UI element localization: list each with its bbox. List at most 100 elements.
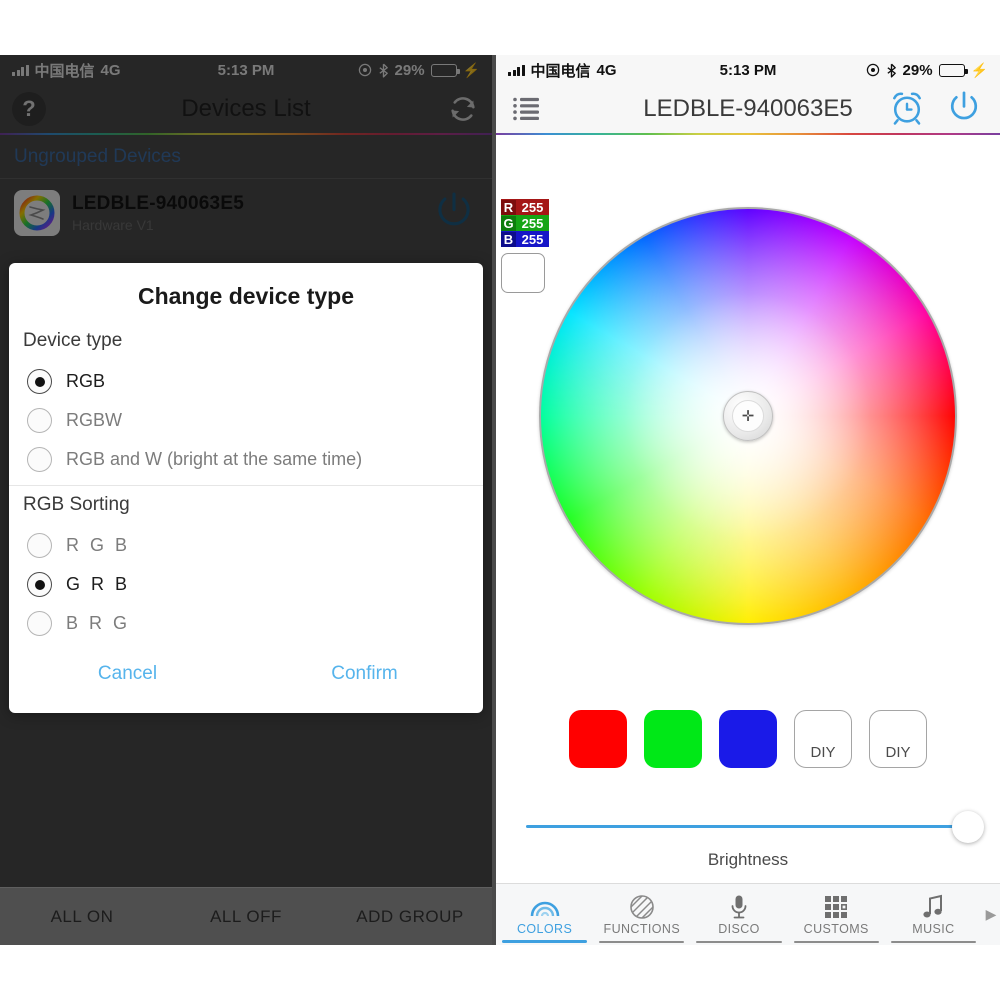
confirm-button[interactable]: Confirm [246,663,483,685]
tab-label: CUSTOMS [803,922,869,936]
radio-label: B R G [66,613,131,633]
nav-actions [888,87,984,132]
status-right-group: 29% ⚡ [358,62,480,79]
all-on-button[interactable]: ALL ON [0,907,164,927]
rgb-sorting-section-label: RGB Sorting [23,494,130,515]
radio-label: RGB [66,371,106,391]
radio-option-sort-brg[interactable]: B R G [9,604,483,643]
battery-icon [430,63,460,77]
radio-indicator [27,369,52,394]
dialog-divider [9,485,483,486]
bottom-tab-bar: COLORS FUNCTIONS DISCO CUSTOMS MUSIC ▶ [496,883,1000,945]
status-right-group: 29% ⚡ [866,62,988,79]
tab-customs[interactable]: CUSTOMS [788,884,885,945]
radio-indicator [27,611,52,636]
charging-bolt-icon: ⚡ [462,61,480,78]
all-off-button[interactable]: ALL OFF [164,907,328,927]
brightness-slider[interactable] [526,810,984,843]
microphone-icon [729,895,749,919]
radio-indicator [27,447,52,472]
device-thumbnail [14,190,60,236]
radio-option-rgb[interactable]: RGB [9,362,483,401]
page-title: Devices List [181,95,311,122]
diy-swatch-1[interactable]: DIY [794,710,852,768]
cancel-button[interactable]: Cancel [9,663,246,685]
green-swatch[interactable] [644,710,702,768]
bluetooth-icon [886,63,896,78]
left-phone-screen: 中国电信 4G 5:13 PM 29% ⚡ ? Devices List Ung… [0,55,492,945]
add-group-button[interactable]: ADD GROUP [328,907,492,927]
group-header[interactable]: Ungrouped Devices [0,135,492,179]
led-strip-ring-icon [19,195,55,231]
alarm-clock-icon [893,91,921,125]
tab-disco[interactable]: DISCO [690,884,787,945]
tab-music[interactable]: MUSIC [885,884,982,945]
group-header-label: Ungrouped Devices [14,145,181,167]
power-icon [438,192,470,225]
battery-percent-label: 29% [902,61,933,79]
color-wheel-container: ✛ [496,207,1000,625]
tab-label: MUSIC [912,922,955,936]
brightness-label: Brightness [707,850,789,869]
preset-swatch-row: DIY DIY [496,710,1000,768]
bluetooth-icon [378,63,388,78]
diy-label: DIY [885,744,911,761]
battery-icon [938,63,968,77]
tab-colors[interactable]: COLORS [496,884,593,945]
tab-functions[interactable]: FUNCTIONS [593,884,690,945]
tab-label: COLORS [517,922,573,936]
device-name: LEDBLE-940063E5 [72,193,244,214]
brightness-slider-knob[interactable] [952,810,984,843]
charging-bolt-icon: ⚡ [970,61,988,78]
music-note-icon [921,894,945,919]
left-status-bar: 中国电信 4G 5:13 PM 29% ⚡ [0,55,492,85]
cursor-crosshair-icon: ✛ [741,407,755,425]
menu-button[interactable] [512,96,542,122]
battery-percent-label: 29% [394,61,425,79]
help-label: ? [22,96,36,121]
power-button[interactable] [944,87,984,132]
change-device-type-dialog: Change device type Device type RGB RGBW … [9,263,483,713]
device-meta: LEDBLE-940063E5 Hardware V1 [72,193,244,233]
location-icon [866,63,879,77]
diy-label: DIY [810,744,836,761]
radio-option-sort-rgb[interactable]: R G B [9,526,483,565]
chevron-right-icon[interactable]: ▶ [982,884,1000,945]
list-menu-icon [513,97,539,121]
diy-swatch-2[interactable]: DIY [869,710,927,768]
tab-label: DISCO [718,922,760,936]
left-bottom-toolbar: ALL ON ALL OFF ADD GROUP [0,887,492,945]
refresh-button[interactable] [446,92,480,126]
right-navbar: LEDBLE-940063E5 [496,85,1000,133]
grid-icon [823,895,849,919]
color-wheel-cursor[interactable]: ✛ [723,391,773,441]
radio-label: R G B [66,535,131,555]
radio-label: RGBW [66,410,122,430]
radio-option-rgbw[interactable]: RGBW [9,401,483,440]
tab-label: FUNCTIONS [603,922,681,936]
radio-label: G R B [66,574,131,594]
red-swatch[interactable] [569,710,627,768]
timer-button[interactable] [888,88,926,131]
right-status-bar: 中国电信 4G 5:13 PM 29% ⚡ [496,55,1000,85]
power-icon [950,91,978,119]
app-screenshot: 中国电信 4G 5:13 PM 29% ⚡ ? Devices List Ung… [0,0,1000,1000]
radio-option-sort-grb[interactable]: G R B [9,565,483,604]
radio-indicator [27,572,52,597]
radio-option-rgb-and-w[interactable]: RGB and W (bright at the same time) [9,440,483,479]
color-wheel[interactable]: ✛ [539,207,957,625]
dialog-actions: Cancel Confirm [9,643,483,707]
rainbow-arc-icon [528,895,562,919]
device-power-button[interactable] [430,187,478,240]
rainbow-divider [496,133,1000,135]
radio-label: RGB and W (bright at the same time) [66,449,363,469]
device-list-item[interactable]: LEDBLE-940063E5 Hardware V1 [0,179,492,247]
radio-indicator [27,408,52,433]
location-icon [358,63,371,77]
left-navbar: ? Devices List [0,85,492,133]
device-type-section-label: Device type [23,330,123,351]
help-button[interactable]: ? [12,92,46,126]
dialog-title: Change device type [137,283,355,309]
device-hardware: Hardware V1 [72,217,154,233]
blue-swatch[interactable] [719,710,777,768]
